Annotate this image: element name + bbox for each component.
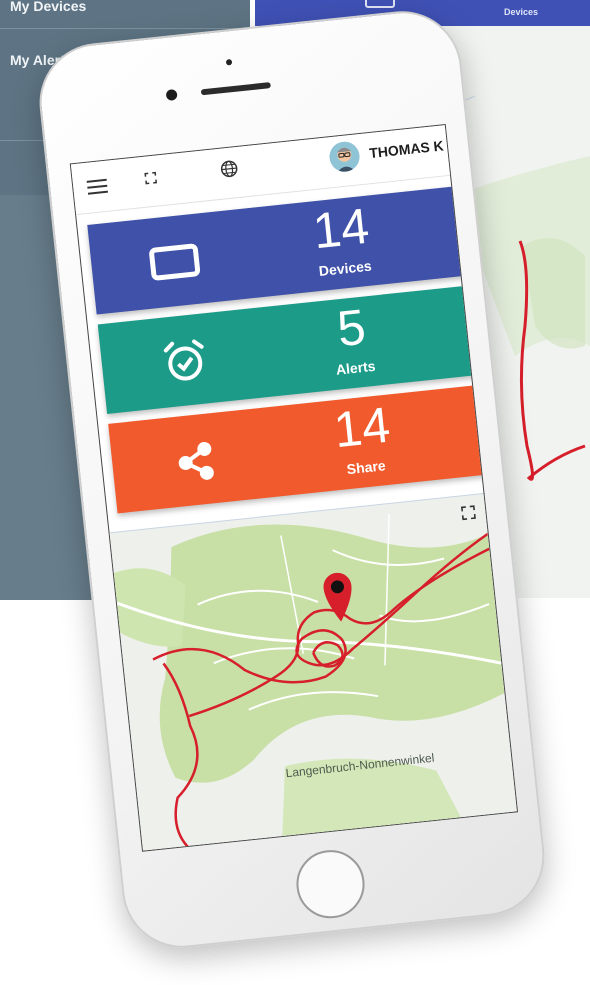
alerts-count: 5 bbox=[334, 298, 369, 358]
earpiece-speaker bbox=[200, 82, 271, 96]
phone-body: THOMAS K 14 Devices 5 Alerts 14 Share La… bbox=[33, 5, 551, 954]
front-camera bbox=[165, 88, 178, 102]
map-canvas bbox=[113, 514, 505, 848]
alarm-clock-icon bbox=[163, 339, 204, 381]
front-sensor bbox=[225, 58, 233, 66]
map-pin-icon[interactable] bbox=[319, 568, 358, 625]
avatar[interactable] bbox=[328, 140, 362, 174]
fullscreen-icon[interactable] bbox=[460, 505, 476, 521]
hamburger-icon[interactable] bbox=[86, 178, 109, 195]
phone-mockup: THOMAS K 14 Devices 5 Alerts 14 Share La… bbox=[0, 0, 590, 985]
share-count: 14 bbox=[331, 396, 393, 459]
tablet-icon bbox=[149, 243, 201, 281]
share-icon bbox=[178, 441, 214, 480]
home-button[interactable] bbox=[293, 846, 368, 922]
devices-count: 14 bbox=[310, 197, 372, 260]
expand-icon[interactable] bbox=[144, 171, 158, 185]
user-name[interactable]: THOMAS K bbox=[368, 137, 444, 161]
globe-icon[interactable] bbox=[219, 159, 239, 179]
phone-screen: THOMAS K 14 Devices 5 Alerts 14 Share La… bbox=[69, 123, 519, 852]
map-view[interactable]: Langenbruch-Nonnenwinkel bbox=[109, 493, 518, 852]
